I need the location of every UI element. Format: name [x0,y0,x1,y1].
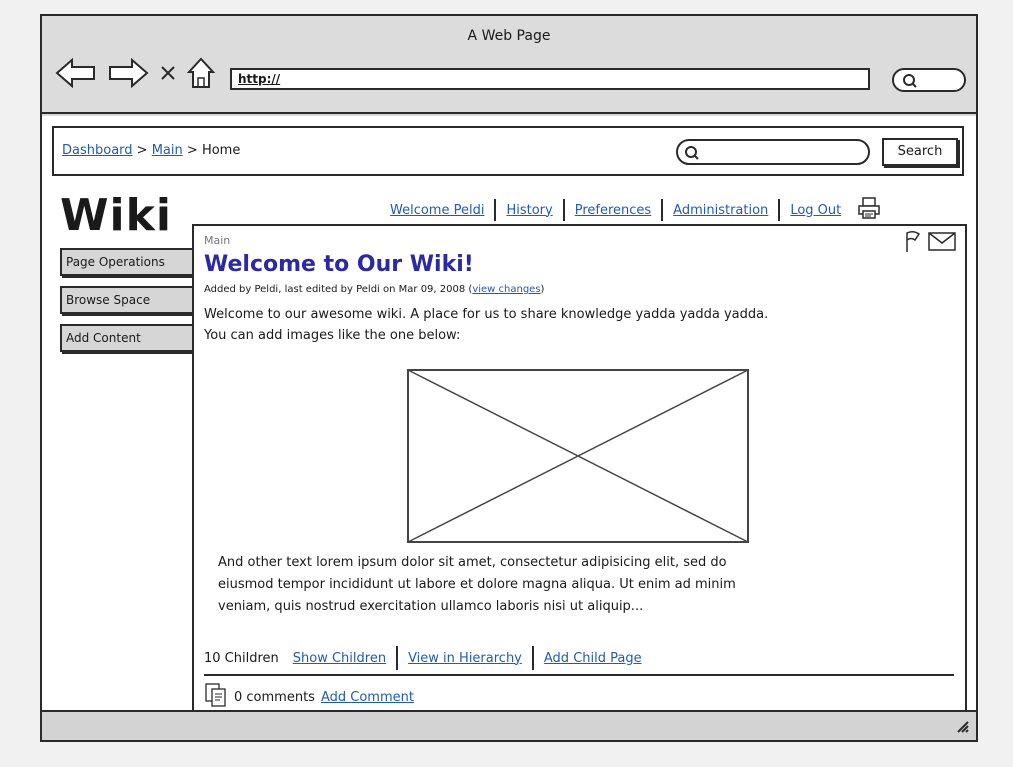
site-logo: Wiki [60,190,172,241]
envelope-icon[interactable] [927,230,957,258]
search-button[interactable]: Search [882,138,958,166]
home-icon[interactable] [186,56,216,90]
section-divider [204,674,954,676]
page-title: Welcome to Our Wiki! [204,252,474,277]
show-children-link[interactable]: Show Children [283,651,396,666]
wiki-page-panel: Main Welcome to Our Wiki! Added by Peldi… [192,224,967,712]
log-out-link[interactable]: Log Out [780,203,851,218]
window-title: A Web Page [467,28,551,44]
view-changes-link[interactable]: view changes [472,284,540,295]
preferences-link[interactable]: Preferences [565,203,661,218]
breadcrumb-separator: > [136,143,148,158]
search-input[interactable] [676,139,870,165]
address-bar[interactable]: http:// [230,68,870,90]
document-icon [204,682,228,712]
add-comment-link[interactable]: Add Comment [321,690,414,705]
history-link[interactable]: History [496,203,562,218]
browser-window: A Web Page http:// Dashboard > Main > Ho… [40,14,978,742]
sidebar-item-browse-space[interactable]: Browse Space [60,286,194,314]
page-actions [903,230,957,258]
sidebar-item-add-content[interactable]: Add Content [60,324,194,352]
breadcrumb: Dashboard > Main > Home [62,143,240,158]
breadcrumb-separator: > [186,143,198,158]
comments-count: 0 comments [234,689,315,705]
sidebar-item-page-operations[interactable]: Page Operations [60,248,194,276]
address-text: http:// [238,72,281,86]
welcome-user-link[interactable]: Welcome Peldi [380,203,494,218]
meta-close: ) [540,284,545,295]
children-bar: 10 Children Show Children View in Hierar… [204,646,652,670]
space-label: Main [204,234,231,247]
view-in-hierarchy-link[interactable]: View in Hierarchy [398,651,532,666]
flag-icon[interactable] [903,230,923,258]
nav-controls [54,56,216,90]
meta-text: Added by Peldi, last edited by Peldi on … [204,284,473,295]
image-placeholder [406,368,750,548]
add-child-page-link[interactable]: Add Child Page [534,651,652,666]
sidebar: Page Operations Browse Space Add Content [60,248,194,362]
body-text: And other text lorem ipsum dolor sit ame… [218,552,736,618]
page-metadata: Added by Peldi, last edited by Peldi on … [204,284,544,295]
close-icon[interactable] [158,63,178,83]
intro-line: Welcome to our awesome wiki. A place for… [204,307,769,322]
browser-toolbar: A Web Page http:// [42,16,976,114]
user-nav: Welcome Peldi History Preferences Admini… [380,196,881,224]
body-line: veniam, quis nostrud exercitation ullamc… [218,599,644,614]
body-line: eiusmod tempor incididunt ut labore et d… [218,577,736,592]
forward-arrow-icon[interactable] [106,56,150,90]
page-content: Dashboard > Main > Home Search Wiki Welc… [42,116,976,712]
resize-grip-icon[interactable] [954,718,970,738]
administration-link[interactable]: Administration [663,203,778,218]
intro-text: Welcome to our awesome wiki. A place for… [204,304,768,346]
address-search-button[interactable] [892,68,966,92]
intro-line: You can add images like the one below: [204,328,461,343]
status-bar [42,710,976,740]
breadcrumb-bar: Dashboard > Main > Home Search [52,126,964,176]
printer-icon[interactable] [857,196,881,224]
breadcrumb-dashboard[interactable]: Dashboard [62,143,133,158]
body-line: And other text lorem ipsum dolor sit ame… [218,555,727,570]
breadcrumb-current: Home [201,143,241,158]
comments-bar: 0 comments Add Comment [204,682,414,712]
children-count: 10 Children [204,650,279,666]
breadcrumb-main[interactable]: Main [152,143,183,158]
back-arrow-icon[interactable] [54,56,98,90]
